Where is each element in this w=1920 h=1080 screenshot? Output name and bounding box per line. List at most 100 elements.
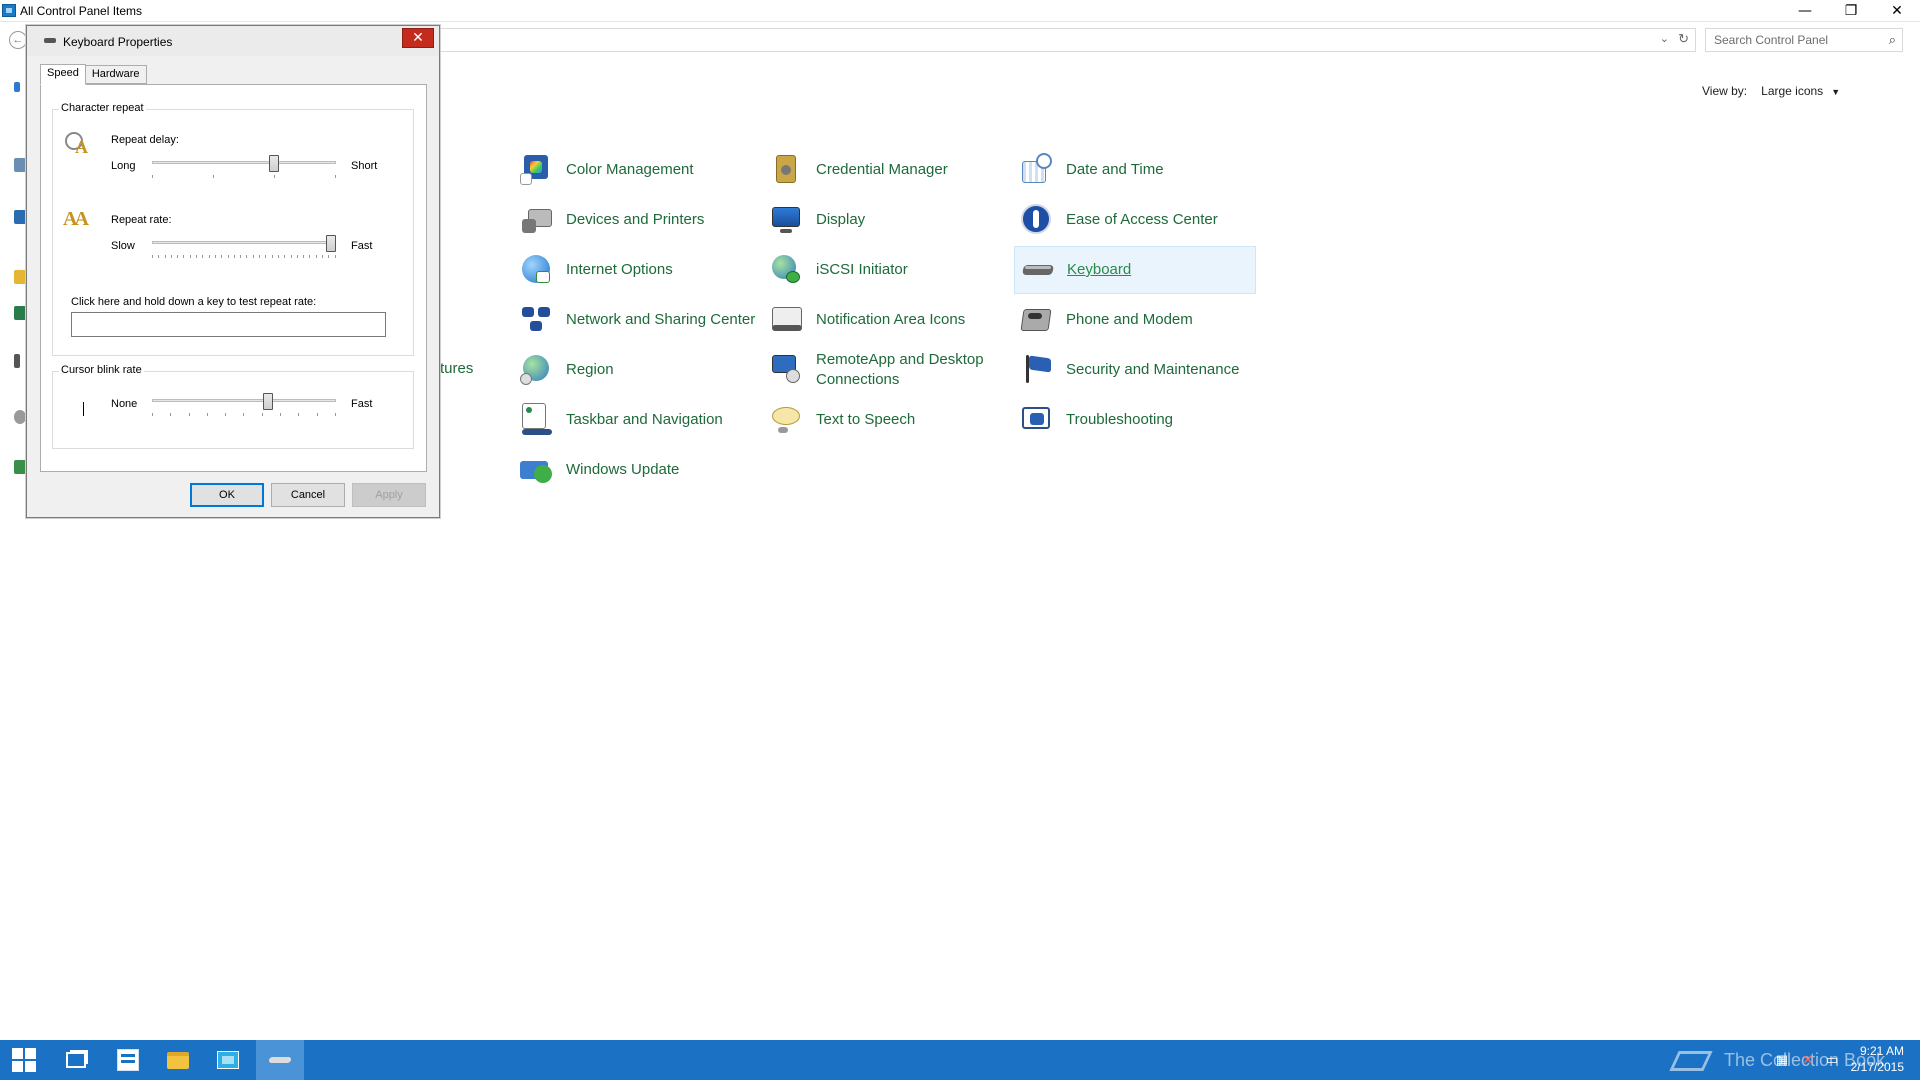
item-label: Date and Time — [1066, 161, 1164, 178]
volume-muted-icon[interactable]: ✕ — [1800, 1052, 1816, 1068]
cancel-button[interactable]: Cancel — [271, 483, 345, 507]
ok-button[interactable]: OK — [190, 483, 264, 507]
apply-button[interactable]: Apply — [352, 483, 426, 507]
slider-tick — [170, 413, 172, 416]
slider-tick — [208, 255, 210, 258]
file-explorer-button[interactable] — [154, 1040, 202, 1080]
item-devices-printers[interactable]: Devices and Printers — [514, 196, 756, 244]
slider-tick — [280, 413, 282, 416]
slider-thumb[interactable] — [263, 393, 274, 410]
repeat-rate-max-label: Fast — [351, 240, 373, 252]
refresh-icon[interactable]: ↻ — [1678, 31, 1689, 47]
item-label: Notification Area Icons — [816, 311, 966, 328]
slider-tick — [196, 255, 198, 258]
chevron-down-icon[interactable]: ⌄ — [1660, 32, 1669, 45]
restore-button[interactable]: ❐ — [1828, 0, 1874, 22]
network-icon[interactable]: ▦ — [1774, 1052, 1790, 1068]
slider-ticks — [152, 255, 336, 259]
item-security-maintenance[interactable]: Security and Maintenance — [1014, 346, 1256, 394]
phone-modem-icon — [1020, 303, 1054, 337]
item-text-to-speech[interactable]: Text to Speech — [764, 396, 1006, 444]
item-troubleshooting[interactable]: Troubleshooting — [1014, 396, 1256, 444]
slider-thumb[interactable] — [268, 155, 279, 172]
sidebar-icon-fragment — [14, 306, 26, 320]
address-bar[interactable]: ⌄ ↻ — [438, 28, 1696, 52]
item-iscsi-initiator[interactable]: iSCSI Initiator — [764, 246, 1006, 294]
dialog-titlebar[interactable]: Keyboard Properties ✕ — [27, 26, 439, 56]
repeat-test-label: Click here and hold down a key to test r… — [71, 296, 317, 308]
sidebar-icon-fragment — [14, 158, 26, 172]
dialog-close-button[interactable]: ✕ — [402, 28, 434, 48]
item-color-management[interactable]: Color Management — [514, 146, 756, 194]
cursor-blink-slider[interactable] — [152, 393, 336, 416]
slider-tick — [284, 255, 286, 258]
partial-item-label[interactable]: tures — [440, 360, 473, 377]
slider-tick — [334, 255, 336, 258]
item-phone-modem[interactable]: Phone and Modem — [1014, 296, 1256, 344]
slider-ticks — [152, 175, 336, 179]
item-network-sharing[interactable]: Network and Sharing Center — [514, 296, 756, 344]
view-by-dropdown[interactable]: Large icons ▼ — [1761, 84, 1840, 98]
item-label: Taskbar and Navigation — [566, 411, 723, 428]
repeat-rate-icon: AA — [63, 208, 89, 230]
slider-tick — [290, 255, 292, 258]
keyboard-taskbar-button[interactable] — [256, 1040, 304, 1080]
slider-tick — [170, 255, 172, 258]
action-center-icon[interactable]: ▭ — [1824, 1052, 1840, 1068]
item-notification-area[interactable]: Notification Area Icons — [764, 296, 1006, 344]
slider-tick — [221, 255, 223, 258]
item-ease-of-access[interactable]: Ease of Access Center — [1014, 196, 1256, 244]
slider-tick — [152, 413, 153, 416]
item-taskbar-navigation[interactable]: Taskbar and Navigation — [514, 396, 756, 444]
search-input[interactable] — [1706, 29, 1876, 51]
main-titlebar: All Control Panel Items — ❐ ✕ — [0, 0, 1920, 22]
control-panel-button[interactable] — [204, 1040, 252, 1080]
color-management-icon — [520, 153, 554, 187]
folder-icon — [167, 1051, 189, 1069]
back-button[interactable]: ← — [9, 31, 27, 49]
tab-hardware[interactable]: Hardware — [84, 65, 147, 84]
window-title: All Control Panel Items — [20, 4, 143, 18]
keyboard-icon — [1021, 253, 1055, 287]
cursor-blink-group: Cursor blink rate None Fast — [52, 364, 414, 449]
slider-tick — [152, 175, 153, 178]
item-region[interactable]: Region — [514, 346, 756, 394]
repeat-test-input[interactable] — [71, 312, 386, 337]
server-manager-button[interactable] — [104, 1040, 152, 1080]
date-time-icon — [1020, 153, 1054, 187]
item-label: Region — [566, 361, 614, 378]
tab-speed[interactable]: Speed — [40, 64, 86, 85]
search-box[interactable]: ⌕ — [1705, 28, 1903, 52]
item-date-time[interactable]: Date and Time — [1014, 146, 1256, 194]
item-remoteapp[interactable]: RemoteApp and Desktop Connections — [764, 346, 1006, 394]
server-manager-icon — [117, 1049, 139, 1071]
item-keyboard[interactable]: Keyboard — [1014, 246, 1256, 294]
slider-tick — [243, 413, 245, 416]
clock-time: 9:21 AM — [1859, 1044, 1904, 1058]
slider-track — [152, 399, 336, 402]
clock[interactable]: 9:21 AM 2/17/2015 — [1851, 1043, 1904, 1075]
repeat-rate-slider[interactable] — [152, 235, 336, 258]
slider-tick — [227, 255, 229, 258]
sidebar-icon-fragment — [14, 410, 26, 424]
search-icon[interactable]: ⌕ — [1889, 32, 1896, 48]
repeat-delay-slider[interactable] — [152, 155, 336, 178]
item-internet-options[interactable]: Internet Options — [514, 246, 756, 294]
slider-tick — [315, 255, 317, 258]
iscsi-icon — [770, 253, 804, 287]
item-display[interactable]: Display — [764, 196, 1006, 244]
repeat-delay-min-label: Long — [111, 160, 136, 172]
slider-tick — [261, 413, 263, 416]
close-button[interactable]: ✕ — [1874, 0, 1920, 22]
start-button[interactable] — [0, 1040, 48, 1080]
minimize-button[interactable]: — — [1782, 0, 1828, 22]
slider-tick — [309, 255, 311, 258]
slider-tick — [202, 255, 204, 258]
dialog-tabs: Speed Hardware — [40, 64, 147, 86]
slider-tick — [265, 255, 267, 258]
item-windows-update[interactable]: Windows Update — [514, 446, 756, 494]
slider-thumb[interactable] — [326, 235, 336, 252]
repeat-rate-min-label: Slow — [111, 240, 135, 252]
item-credential-manager[interactable]: Credential Manager — [764, 146, 1006, 194]
task-view-button[interactable] — [52, 1040, 100, 1080]
